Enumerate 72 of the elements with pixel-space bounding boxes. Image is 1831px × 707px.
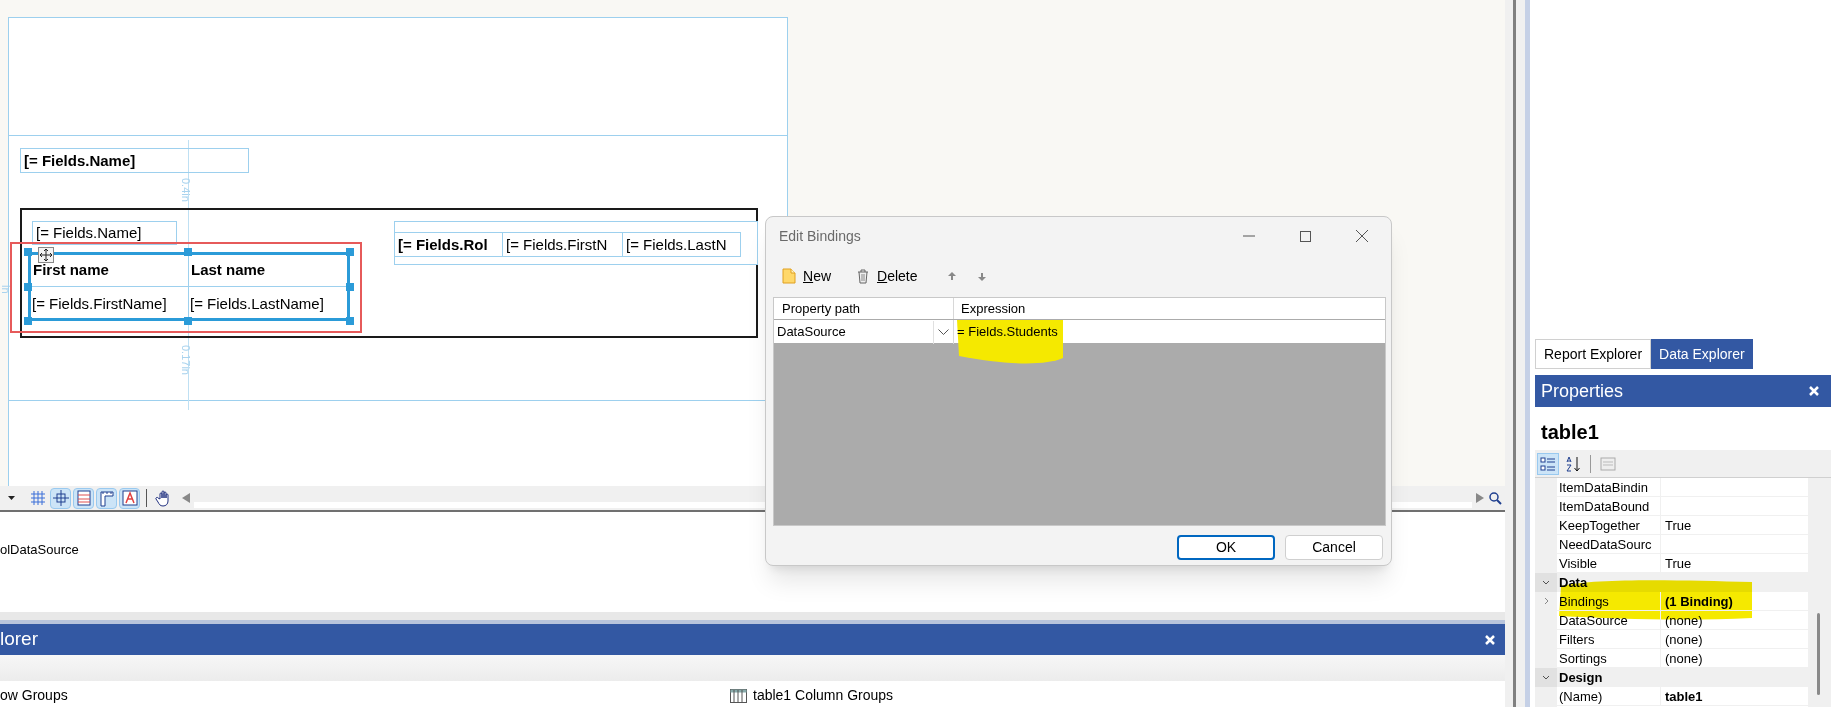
panel-title: Properties (1541, 379, 1624, 403)
group-label[interactable]: table1 Column Groups (753, 685, 894, 706)
property-value[interactable]: table1 (1665, 689, 1703, 704)
report-table[interactable]: [= Fields.Rol [= Fields.FirstN [= Fields.LastN (394, 221, 758, 265)
panel-tab[interactable]: Data Explorer (1651, 339, 1753, 369)
resize-handle[interactable] (24, 248, 32, 256)
resize-handle[interactable] (184, 248, 192, 256)
move-handle-icon[interactable] (38, 247, 54, 263)
dropdown-field[interactable]: DataSource (774, 320, 954, 344)
text-box[interactable]: [= Fields.Name] (32, 221, 177, 245)
ok-button[interactable]: OK (1177, 535, 1275, 560)
dropdown-arrow-icon[interactable] (8, 496, 15, 500)
panel-tab[interactable]: Report Explorer (1535, 339, 1652, 369)
resize-handle[interactable] (184, 317, 192, 325)
new-document-icon (781, 268, 797, 284)
property-name[interactable]: Filters (1557, 630, 1661, 648)
text-box[interactable]: [= Fields.Name] (20, 148, 249, 173)
vertical-scrollbar[interactable] (1808, 478, 1831, 707)
property-name[interactable]: Visible (1557, 554, 1661, 572)
component-item[interactable]: olDataSource (0, 540, 79, 560)
property-name[interactable]: Bindings (1557, 592, 1661, 610)
delete-button[interactable]: Delete (852, 265, 921, 287)
resize-handle[interactable] (24, 283, 32, 291)
resize-handle[interactable] (346, 283, 354, 291)
scroll-right-icon[interactable] (1476, 493, 1484, 503)
ruler-label: in (0, 285, 13, 294)
ruler-label: 0.17in (179, 345, 193, 375)
expand-chevron-icon[interactable] (1543, 597, 1549, 605)
ruler-label: 0.4in (179, 178, 193, 202)
ruler-lines-icon[interactable] (73, 487, 94, 509)
resize-handle[interactable] (346, 317, 354, 325)
object-name: table1 (1540, 420, 1600, 445)
dimension-icon[interactable] (96, 487, 117, 509)
column-header[interactable]: Expression (954, 298, 1385, 319)
property-name[interactable]: Sortings (1557, 649, 1661, 667)
property-value[interactable]: (none) (1665, 632, 1703, 647)
dialog-title: Edit Bindings (779, 226, 861, 246)
property-name[interactable]: NeedDataSourc (1557, 535, 1661, 553)
property-name[interactable]: KeepTogether (1557, 516, 1661, 534)
search-icon[interactable] (1489, 491, 1502, 505)
categorized-icon[interactable] (1537, 452, 1559, 475)
report-table[interactable]: First name Last name [= Fields.FirstName] [= Fields.LastName] (28, 252, 350, 321)
property-value[interactable]: True (1665, 518, 1692, 533)
table-cell: [= Fields.Rol (395, 233, 503, 256)
table-cell: [= Fields.FirstN (503, 233, 623, 256)
panel-title: lorer (0, 627, 38, 652)
property-name[interactable]: DataSource (1557, 611, 1661, 629)
property-value[interactable]: (1 Binding) (1665, 594, 1733, 609)
snap-to-grid-icon[interactable] (50, 487, 71, 509)
new-button[interactable]: New (778, 265, 835, 287)
table-cell-text: [= Fields.LastName] (189, 293, 325, 314)
property-value[interactable]: True (1665, 556, 1692, 571)
collapse-chevron-icon[interactable] (1542, 675, 1550, 680)
category-row[interactable]: Design (1535, 668, 1808, 687)
cancel-button[interactable]: Cancel (1285, 535, 1383, 560)
resize-handle[interactable] (346, 248, 354, 256)
resize-handle[interactable] (24, 317, 32, 325)
group-label[interactable]: ow Groups (0, 685, 68, 706)
close-icon[interactable] (1809, 386, 1819, 396)
table-icon (730, 688, 747, 703)
property-name[interactable]: ItemDataBindin (1557, 478, 1661, 496)
collapse-chevron-icon[interactable] (1542, 580, 1550, 585)
property-value[interactable]: (none) (1665, 651, 1703, 666)
close-icon[interactable] (1485, 634, 1495, 645)
table-cell: [= Fields.LastN (623, 233, 741, 256)
column-header[interactable]: Property path (774, 298, 954, 319)
scroll-left-icon[interactable] (182, 493, 190, 503)
text-icon[interactable] (119, 487, 140, 509)
property-name[interactable]: (Name) (1557, 687, 1661, 705)
property-name[interactable]: ItemDataBound (1557, 497, 1661, 515)
scrollbar-thumb[interactable] (1817, 613, 1820, 695)
category-label: Design (1558, 669, 1603, 687)
